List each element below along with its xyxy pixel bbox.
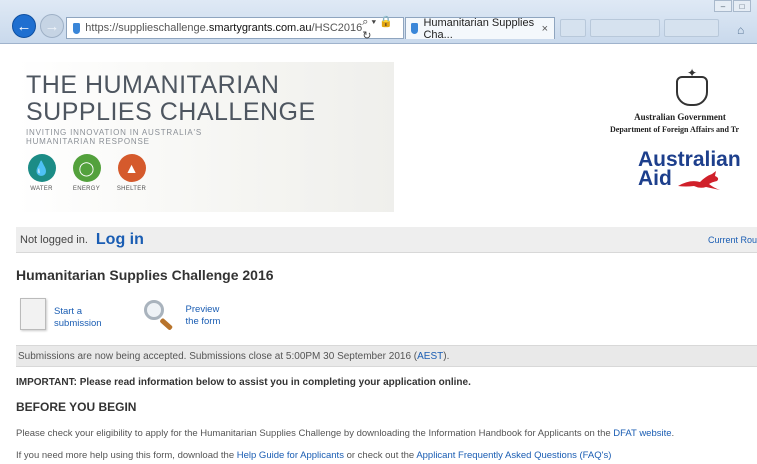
preview-line1[interactable]: Preview <box>186 304 221 316</box>
faq-link[interactable]: Applicant Frequently Asked Questions (FA… <box>416 450 611 461</box>
start-submission-action[interactable]: Start a submission <box>20 298 102 332</box>
preview-form-action[interactable]: Preview the form <box>142 298 221 332</box>
login-status: Not logged in. <box>20 233 88 246</box>
current-round-link[interactable]: Current Rou <box>708 235 757 245</box>
header-banner: THE HUMANITARIAN SUPPLIES CHALLENGE INVI… <box>16 62 394 212</box>
dfat-website-link[interactable]: DFAT website <box>613 428 671 439</box>
site-title-line2: SUPPLIES CHALLENGE <box>26 98 316 126</box>
category-energy: ◯ ENERGY <box>69 154 104 192</box>
tab-title: Humanitarian Supplies Cha... <box>423 16 535 41</box>
magnifier-icon[interactable] <box>142 298 178 332</box>
category-label: WATER <box>30 186 53 192</box>
category-label: SHELTER <box>116 186 147 192</box>
category-icons: 💧 WATER ◯ ENERGY ▲ SHELTER <box>24 154 149 192</box>
window-controls: – □ <box>714 0 751 12</box>
help-guide-link[interactable]: Help Guide for Applicants <box>237 450 344 461</box>
para2-text: If you need more help using this form, d… <box>16 450 237 461</box>
coat-of-arms-icon: ✦ <box>668 66 716 110</box>
gov-logo-block: ✦ Australian Government Department of Fo… <box>610 66 757 210</box>
page-title: Humanitarian Supplies Challenge 2016 <box>16 267 274 283</box>
category-shelter: ▲ SHELTER <box>114 154 149 192</box>
tab-inactive[interactable] <box>590 19 660 37</box>
browser-chrome: ← → https://supplieschallenge. smartygran… <box>0 0 757 44</box>
login-bar: Not logged in. Log in Current Rou <box>16 227 757 253</box>
help-paragraph: If you need more help using this form, d… <box>16 450 611 461</box>
aest-link[interactable]: AEST <box>417 351 443 362</box>
login-link[interactable]: Log in <box>96 231 144 249</box>
back-button[interactable]: ← <box>12 14 36 38</box>
forward-button[interactable]: → <box>40 14 64 38</box>
site-title-line1: THE HUMANITARIAN <box>26 71 280 99</box>
notice-text: Submissions are now being accepted. Subm… <box>18 350 418 362</box>
gov-dept: Department of Foreign Affairs and Tr <box>610 125 740 134</box>
start-line2[interactable]: submission <box>54 318 102 330</box>
para1-text: Please check your eligibility to apply f… <box>16 428 614 439</box>
site-shield-icon <box>73 22 81 34</box>
new-tab-button[interactable] <box>560 19 586 37</box>
important-note: IMPORTANT: Please read information below… <box>16 377 471 388</box>
tab-active[interactable]: Humanitarian Supplies Cha... × <box>405 16 555 41</box>
form-actions: Start a submission Preview the form <box>20 298 220 332</box>
minimize-icon[interactable]: – <box>714 0 732 12</box>
tab-close-icon[interactable]: × <box>542 23 548 35</box>
preview-line2[interactable]: the form <box>186 316 221 328</box>
start-line1[interactable]: Start a <box>54 306 102 318</box>
gov-name: Australian Government <box>634 112 726 122</box>
site-subtitle: INVITING INNOVATION IN AUSTRALIA'S HUMAN… <box>26 128 203 146</box>
address-bar[interactable]: https://supplieschallenge. smartygrants.c… <box>66 15 404 42</box>
before-heading: BEFORE YOU BEGIN <box>16 400 137 414</box>
eligibility-paragraph: Please check your eligibility to apply f… <box>16 428 674 439</box>
preview-form-link[interactable]: Preview the form <box>186 304 221 328</box>
tab-favicon-icon <box>411 23 419 34</box>
url-host: smartygrants.com.au <box>208 22 312 34</box>
tent-icon: ▲ <box>117 154 146 182</box>
maximize-icon[interactable]: □ <box>733 0 751 12</box>
lightbulb-icon: ◯ <box>72 154 101 182</box>
kangaroo-icon <box>678 171 720 190</box>
notice-end: ). <box>443 350 450 362</box>
url-prefix: https://supplieschallenge. <box>85 22 209 34</box>
tab-inactive[interactable] <box>664 19 719 37</box>
address-tools[interactable]: ⌕ ▾ 🔒 ↻ <box>362 15 397 42</box>
site-title: THE HUMANITARIAN SUPPLIES CHALLENGE <box>26 72 316 126</box>
para2-mid: or check out the <box>343 450 417 461</box>
document-icon[interactable] <box>20 298 46 330</box>
start-submission-link[interactable]: Start a submission <box>54 306 102 330</box>
category-water: 💧 WATER <box>24 154 59 192</box>
category-label: ENERGY <box>72 186 101 192</box>
para1-end: . <box>671 428 675 439</box>
water-drop-icon: 💧 <box>27 154 56 182</box>
submission-notice: Submissions are now being accepted. Subm… <box>16 345 757 367</box>
url-path: /HSC2016 <box>311 22 363 34</box>
home-icon[interactable]: ⌂ <box>737 23 749 37</box>
